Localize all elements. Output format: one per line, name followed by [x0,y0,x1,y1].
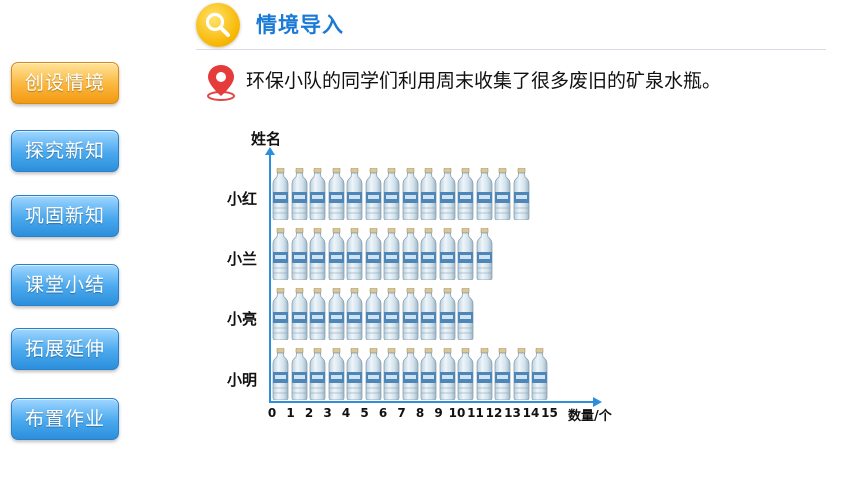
y-axis [269,153,271,403]
bottle-mark [476,227,493,281]
bottle-mark [402,287,419,341]
sidebar-item-homework[interactable]: 布置作业 [11,398,119,440]
bottle-mark [365,167,382,221]
bottle-mark [291,167,308,221]
x-tick-label: 4 [341,406,351,420]
bottle-mark [402,167,419,221]
magnifier-icon [196,3,240,47]
x-tick-label: 11 [467,406,484,420]
category-label: 小红 [227,190,258,208]
bottle-mark [272,287,289,341]
bottle-mark [309,227,326,281]
bottle-mark [457,347,474,401]
bottle-mark [439,287,456,341]
intro-sentence: 环保小队的同学们利用周末收集了很多废旧的矿泉水瓶。 [246,70,722,92]
sidebar-item-extension[interactable]: 拓展延伸 [11,328,119,370]
category-label: 小兰 [227,250,258,268]
bottle-mark [328,347,345,401]
x-axis [269,401,594,403]
bottle-mark [494,167,511,221]
location-pin-icon [204,63,238,105]
bottle-mark [365,287,382,341]
category-label: 小亮 [227,310,258,328]
bottle-mark [513,167,530,221]
bottle-mark [383,347,400,401]
x-tick-label: 13 [504,406,521,420]
bottle-mark [346,227,363,281]
bottle-mark [346,347,363,401]
x-tick-label: 8 [415,406,425,420]
x-tick-label: 2 [304,406,314,420]
bottle-mark [309,347,326,401]
bottle-mark [328,287,345,341]
bottle-mark [494,347,511,401]
bottle-mark [291,287,308,341]
bottle-mark [309,167,326,221]
x-tick-label: 14 [522,406,540,420]
bottle-mark [291,227,308,281]
bottle-mark [383,227,400,281]
page-header: 情境导入 [196,0,826,50]
x-tick-label: 6 [378,406,388,420]
bottle-mark [272,347,289,401]
x-tick-label: 9 [434,406,443,420]
bottle-mark [420,347,437,401]
x-tick-label: 0 [267,406,277,420]
bottle-mark [420,287,437,341]
header-divider [196,49,826,50]
bottle-mark [476,167,493,221]
bottle-mark [439,227,456,281]
bottle-mark [476,347,493,401]
bottle-mark [272,167,289,221]
bottle-mark [457,287,474,341]
bottle-mark [328,167,345,221]
x-tick-label: 7 [397,406,406,420]
sidebar-item-create-situation[interactable]: 创设情境 [11,62,119,104]
bottle-mark [531,347,548,401]
bottle-pictograph-chart: 姓名 数量/个 小红 小兰 小亮 小明 0 1 2 3 4 5 6 7 8 9 10 11 12 13 14 15 [220,125,630,425]
x-tick-label: 10 [448,406,466,420]
bottle-mark [513,347,530,401]
category-label: 小明 [227,371,258,389]
x-axis-title: 数量/个 [568,409,612,424]
bottle-mark [420,167,437,221]
x-tick-label: 5 [360,406,369,420]
bottle-mark [309,287,326,341]
x-tick-label: 1 [286,406,295,420]
bottle-mark [402,227,419,281]
bottle-mark [457,167,474,221]
bottle-mark [383,287,400,341]
bottle-mark [365,347,382,401]
page-title: 情境导入 [256,13,344,37]
sidebar-item-consolidate[interactable]: 巩固新知 [11,195,119,237]
bottle-mark [420,227,437,281]
x-tick-label: 12 [485,406,503,420]
sidebar-item-explore-new[interactable]: 探究新知 [11,130,119,172]
bottle-mark [346,167,363,221]
sidebar-item-summary[interactable]: 课堂小结 [11,264,119,306]
bottle-mark [457,227,474,281]
bottle-mark [383,167,400,221]
bottle-mark [291,347,308,401]
bottle-mark [346,287,363,341]
bottle-mark [272,227,289,281]
bottle-mark [402,347,419,401]
bottle-mark [365,227,382,281]
bottle-mark [439,167,456,221]
x-tick-label: 3 [323,406,332,420]
bottle-mark [328,227,345,281]
y-axis-title: 姓名 [251,130,282,148]
bottle-mark [439,347,456,401]
x-tick-label: 15 [541,406,558,420]
